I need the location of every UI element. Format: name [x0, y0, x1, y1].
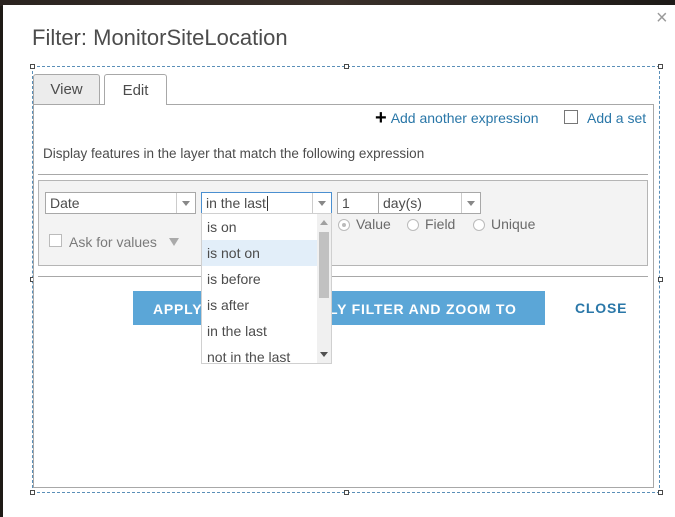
dropdown-scrollbar[interactable] — [317, 214, 331, 363]
resize-handle[interactable] — [344, 490, 349, 495]
scroll-down-icon[interactable] — [320, 352, 328, 357]
radio-unique-label: Unique — [491, 216, 536, 232]
radio-unique[interactable] — [473, 219, 485, 231]
dropdown-option[interactable]: is on — [202, 214, 318, 240]
operator-select-value: in the last — [206, 195, 266, 211]
triangle-down-icon — [169, 238, 179, 246]
plus-icon: + — [375, 107, 387, 129]
add-set-label[interactable]: Add a set — [587, 110, 646, 126]
field-select-value: Date — [50, 195, 80, 211]
radio-value[interactable] — [338, 219, 350, 231]
chevron-down-icon — [461, 193, 480, 213]
unit-select-value: day(s) — [383, 195, 422, 211]
close-button[interactable]: CLOSE — [575, 300, 627, 316]
apply-button[interactable]: APPLY — [153, 301, 202, 317]
radio-field-label: Field — [425, 216, 456, 232]
tab-view[interactable]: View — [33, 74, 100, 104]
apply-buttons: APPLY LY FILTER AND ZOOM TO — [133, 291, 545, 325]
radio-value-label: Value — [356, 216, 391, 232]
ask-for-values-label: Ask for values — [69, 234, 157, 250]
ask-for-values-checkbox[interactable] — [49, 234, 62, 247]
dropdown-option[interactable]: is before — [202, 266, 318, 292]
number-input-value: 1 — [342, 195, 350, 211]
number-input[interactable]: 1 — [337, 192, 379, 214]
resize-handle[interactable] — [344, 64, 349, 69]
scroll-up-icon[interactable] — [320, 220, 328, 225]
add-expression-link[interactable]: + Add another expression — [375, 107, 539, 129]
unit-select[interactable]: day(s) — [378, 192, 481, 214]
dropdown-option[interactable]: is not on — [202, 240, 318, 266]
scrollbar-thumb[interactable] — [319, 232, 329, 298]
field-select[interactable]: Date — [45, 192, 196, 214]
resize-handle[interactable] — [658, 64, 663, 69]
dropdown-option[interactable]: is after — [202, 292, 318, 318]
resize-handle[interactable] — [30, 64, 35, 69]
filter-description: Display features in the layer that match… — [43, 146, 425, 161]
add-set-checkbox[interactable] — [564, 110, 578, 124]
apply-filter-and-zoom-button[interactable]: LY FILTER AND ZOOM TO — [329, 301, 517, 317]
dropdown-option[interactable]: not in the last — [202, 344, 318, 363]
resize-handle[interactable] — [658, 490, 663, 495]
operator-select[interactable]: in the last — [201, 192, 332, 214]
divider — [38, 174, 648, 175]
chevron-down-icon — [312, 193, 331, 213]
operator-dropdown-list: is on is not on is before is after in th… — [201, 213, 332, 364]
chevron-down-icon — [176, 193, 195, 213]
text-caret — [266, 195, 268, 211]
tab-edit[interactable]: Edit — [104, 74, 167, 105]
close-icon[interactable]: × — [656, 8, 668, 28]
resize-handle[interactable] — [30, 490, 35, 495]
add-expression-label: Add another expression — [390, 110, 539, 126]
divider — [38, 276, 648, 277]
dialog-title: Filter: MonitorSiteLocation — [32, 25, 288, 50]
resize-handle[interactable] — [658, 277, 663, 282]
radio-field[interactable] — [407, 219, 419, 231]
dropdown-option[interactable]: in the last — [202, 318, 318, 344]
